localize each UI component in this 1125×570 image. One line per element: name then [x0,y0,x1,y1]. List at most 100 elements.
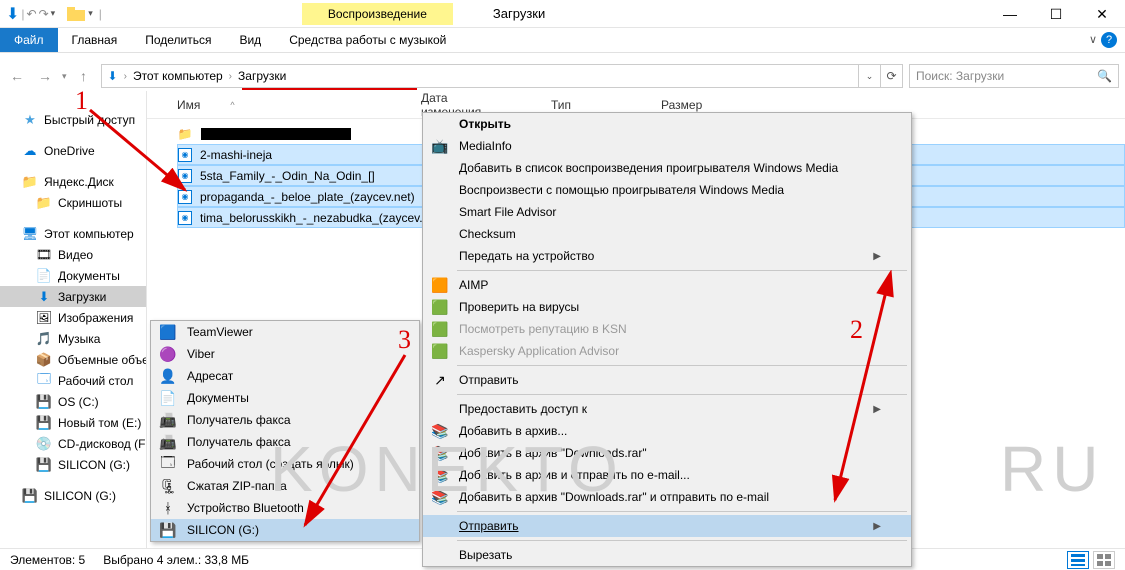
menu-label: SILICON (G:) [187,523,259,537]
title-bar: ⬇ | ↶ ↷ ▾ ▾ | Воспроизведение Загрузки —… [0,0,1125,28]
history-dropdown-icon[interactable]: ▾ [62,71,67,82]
refresh-button[interactable]: ⟳ [880,65,902,87]
tab-share[interactable]: Поделиться [131,28,225,52]
menu-item[interactable]: ᚼУстройство Bluetooth [151,497,419,519]
menu-item[interactable]: Предоставить доступ к▶ [423,398,911,420]
file-name: propaganda_-_beloe_plate_(zaycev.net) [200,190,415,204]
maximize-button[interactable]: ☐ [1033,0,1079,28]
menu-item[interactable]: 📠Получатель факса [151,431,419,453]
sidebar-item-desktop[interactable]: 🗔Рабочий стол [0,370,146,391]
menu-item[interactable]: 📚Добавить в архив и отправить по e-mail.… [423,464,911,486]
fax-icon: 📠 [159,411,177,429]
music-tools-context-tab[interactable]: Воспроизведение [302,3,453,25]
label: Этот компьютер [44,227,134,241]
menu-item[interactable]: 📚Добавить в архив "Downloads.rar" и отпр… [423,486,911,508]
crumb-downloads[interactable]: Загрузки [238,69,286,83]
redo-icon[interactable]: ↷ [39,7,49,21]
sidebar-item-onedrive[interactable]: ☁OneDrive [0,140,146,161]
forward-button[interactable]: → [34,65,56,87]
menu-label: Предоставить доступ к [459,402,587,416]
col-type[interactable]: Тип [551,98,661,112]
menu-item[interactable]: Добавить в список воспроизведения проигр… [423,157,911,179]
sidebar-item-cd-f[interactable]: 💿CD-дисковод (F:) [0,433,146,454]
folder-dropdown-icon[interactable]: ▾ [88,8,93,19]
menu-label: Передать на устройство [459,249,594,263]
undo-icon[interactable]: ↶ [27,7,37,21]
tab-view[interactable]: Вид [225,28,275,52]
sidebar-item-screenshots[interactable]: 📁Скриншоты [0,192,146,213]
search-icon[interactable]: 🔍 [1097,69,1112,83]
col-name[interactable]: Имя^ [177,98,421,112]
chevron-icon[interactable]: › [124,71,127,82]
qa-dropdown-icon[interactable]: ▾ [51,8,56,19]
menu-item[interactable]: 📚Добавить в архив "Downloads.rar" [423,442,911,464]
minimize-button[interactable]: — [987,0,1033,28]
ribbon-tabs: Файл Главная Поделиться Вид Средства раб… [0,28,1125,53]
menu-item[interactable]: Отправить▶ [423,515,911,537]
menu-item[interactable]: 🗔Рабочий стол (создать ярлык) [151,453,419,475]
sidebar-item-this-pc[interactable]: 🖥 Этот компьютер [0,223,146,244]
down-arrow-icon[interactable]: ⬇ [6,4,19,24]
menu-item[interactable]: Передать на устройство ▶ [423,245,911,267]
menu-item[interactable]: 🟣Viber [151,343,419,365]
tab-music-tools[interactable]: Средства работы с музыкой [275,28,460,52]
sidebar-item-os-c[interactable]: 💾OS (C:) [0,391,146,412]
help-icon[interactable]: ? [1101,32,1117,48]
menu-item[interactable]: 💾SILICON (G:) [151,519,419,541]
sidebar-item-silicon-g-root[interactable]: 💾SILICON (G:) [0,485,146,506]
sidebar-item-quick-access[interactable]: ★Быстрый доступ [0,109,146,130]
menu-item[interactable]: 🟧AIMP [423,274,911,296]
menu-label: Открыть [459,117,511,131]
separator: | [99,7,102,21]
monitor-icon: 🖥 [22,226,38,242]
context-menu[interactable]: Открыть 📺MediaInfoДобавить в список воспр… [422,112,912,567]
search-input[interactable]: Поиск: Загрузки 🔍 [909,64,1119,88]
sidebar-item-silicon-g[interactable]: 💾SILICON (G:) [0,454,146,475]
tab-file[interactable]: Файл [0,28,58,52]
user-icon: 👤 [159,367,177,385]
menu-item[interactable]: 👤Адресат [151,365,419,387]
sidebar-item-3d-objects[interactable]: 📦Объемные объекты [0,349,146,370]
chevron-icon[interactable]: › [229,71,232,82]
menu-item[interactable]: 🗜Сжатая ZIP-папка [151,475,419,497]
close-button[interactable]: ✕ [1079,0,1125,28]
sidebar-item-downloads[interactable]: ⬇Загрузки [0,286,146,307]
view-large-button[interactable] [1093,551,1115,569]
menu-item[interactable]: Вырезать [423,544,911,566]
sidebar-item-video[interactable]: 🎞Видео [0,244,146,265]
col-size[interactable]: Размер [661,98,762,112]
menu-label: Viber [187,347,215,361]
menu-item[interactable]: Smart File Advisor [423,201,911,223]
ribbon-collapse-icon[interactable]: ∨ [1089,33,1097,46]
menu-item[interactable]: ↗Отправить [423,369,911,391]
search-placeholder: Поиск: Загрузки [916,69,1004,83]
menu-item[interactable]: 📄Документы [151,387,419,409]
menu-item[interactable]: 📠Получатель факса [151,409,419,431]
menu-item[interactable]: 🟩Проверить на вирусы [423,296,911,318]
desktop-icon: 🗔 [36,373,52,389]
sendto-submenu[interactable]: 🟦TeamViewer🟣Viber👤Адресат📄Документы📠Полу… [150,320,420,542]
crumb-pc[interactable]: Этот компьютер [133,69,223,83]
menu-item[interactable]: 📚Добавить в архив... [423,420,911,442]
menu-item[interactable]: Checksum [423,223,911,245]
image-icon: 🖼 [36,310,52,326]
breadcrumb[interactable]: ⬇ › Этот компьютер › Загрузки ⌄ ⟳ [101,64,903,88]
sidebar-item-newvol-e[interactable]: 💾Новый том (E:) [0,412,146,433]
menu-label: Checksum [459,227,516,241]
sidebar-item-pictures[interactable]: 🖼Изображения [0,307,146,328]
up-button[interactable]: ↑ [73,65,95,87]
menu-item[interactable]: Воспроизвести с помощью проигрывателя Wi… [423,179,911,201]
breadcrumb-dropdown-icon[interactable]: ⌄ [858,65,880,87]
view-details-button[interactable] [1067,551,1089,569]
cube-icon: 📦 [36,352,52,368]
submenu-arrow-icon: ▶ [873,251,881,262]
sidebar-item-documents[interactable]: 📄Документы [0,265,146,286]
menu-item[interactable]: 📺MediaInfo [423,135,911,157]
menu-item[interactable]: 🟦TeamViewer [151,321,419,343]
menu-item[interactable]: Открыть [423,113,911,135]
tab-home[interactable]: Главная [58,28,132,52]
sidebar-item-yandex-disk[interactable]: 📁Яндекс.Диск [0,171,146,192]
disk-icon: 💾 [36,457,52,473]
back-button[interactable]: ← [6,65,28,87]
sidebar-item-music[interactable]: 🎵Музыка [0,328,146,349]
